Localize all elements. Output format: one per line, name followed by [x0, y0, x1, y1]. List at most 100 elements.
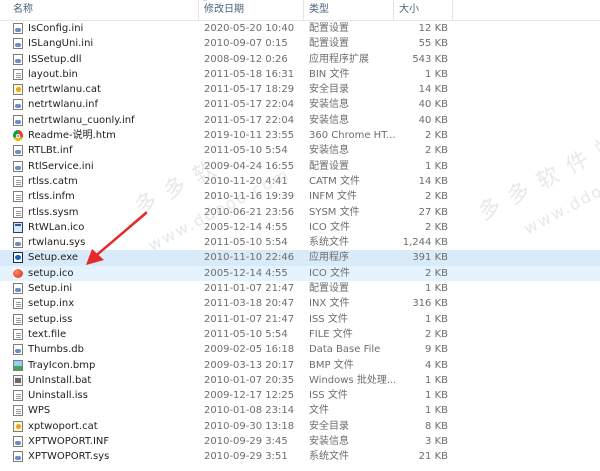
file-size: 27 KB — [418, 206, 448, 218]
file-date: 2011-05-10 5:54 — [204, 328, 288, 340]
column-header-date[interactable]: 修改日期 — [204, 0, 244, 20]
gear-file-icon — [13, 23, 23, 34]
file-size: 1 KB — [425, 374, 448, 386]
file-row[interactable]: Setup.ini 2011-01-07 21:47 配置设置 1 KB — [0, 281, 600, 296]
file-row[interactable]: Thumbs.db 2009-02-05 16:18 Data Base File 9… — [0, 342, 600, 357]
file-type: SYSM 文件 — [309, 206, 360, 218]
file-row[interactable]: netrtwlanu_cuonly.inf 2011-05-17 22:04 安装信… — [0, 113, 600, 128]
file-row[interactable]: TrayIcon.bmp 2009-03-13 20:17 BMP 文件 4 KB — [0, 358, 600, 373]
file-size: 8 KB — [425, 420, 448, 432]
file-type: 应用程序 — [309, 252, 349, 264]
file-name: ISLangUni.ini — [28, 38, 94, 50]
file-row[interactable]: RtlService.ini 2009-04-24 16:55 配置设置 1 KB — [0, 159, 600, 174]
file-size: 543 KB — [412, 53, 448, 65]
file-date: 2011-05-10 5:54 — [204, 145, 288, 157]
file-type: ISS 文件 — [309, 390, 348, 402]
file-date: 2010-09-30 13:18 — [204, 420, 295, 432]
cert-file-icon — [13, 84, 23, 96]
file-type: INX 文件 — [309, 298, 350, 310]
file-row[interactable]: netrtwlanu.inf 2011-05-17 22:04 安装信息 40 KB — [0, 97, 600, 112]
doc-file-icon — [13, 68, 23, 80]
file-date: 2010-01-08 23:14 — [204, 405, 295, 417]
file-name: xptwoport.cat — [28, 420, 98, 432]
bmp-file-icon — [13, 359, 23, 371]
file-row[interactable]: XPTWOPORT.sys 2010-09-29 3:51 系统文件 21 KB — [0, 449, 600, 464]
file-name: text.file — [28, 328, 67, 340]
file-size: 391 KB — [412, 252, 448, 264]
gear-file-icon — [13, 283, 23, 295]
gear-file-icon — [13, 237, 23, 249]
file-row[interactable]: ISSetup.dll 2008-09-12 0:26 应用程序扩展 543 KB — [0, 52, 600, 67]
file-row[interactable]: Readme-说明.htm 2019-10-11 23:55 360 Chrome … — [0, 128, 600, 143]
file-name: Thumbs.db — [28, 344, 84, 356]
file-name: Uninstall.iss — [28, 390, 88, 402]
file-size: 2 KB — [425, 191, 448, 203]
file-row[interactable]: Uninstall.iss 2009-12-17 12:25 ISS 文件 1 KB — [0, 388, 600, 403]
column-divider[interactable] — [452, 0, 453, 20]
file-size: 2 KB — [425, 221, 448, 233]
file-row[interactable]: setup.inx 2011-03-18 20:47 INX 文件 316 KB — [0, 296, 600, 311]
file-row[interactable]: RTLBt.inf 2011-05-10 5:54 安装信息 2 KB — [0, 143, 600, 158]
file-size: 1 KB — [425, 68, 448, 80]
file-size: 40 KB — [418, 99, 448, 111]
file-row[interactable]: setup.iss 2011-01-07 21:47 ISS 文件 1 KB — [0, 312, 600, 327]
file-type: BMP 文件 — [309, 359, 354, 371]
file-date: 2005-12-14 4:55 — [204, 221, 288, 233]
file-type: 配置设置 — [309, 23, 349, 34]
file-row[interactable]: text.file 2011-05-10 5:54 FILE 文件 2 KB — [0, 327, 600, 342]
file-name: setup.inx — [28, 298, 75, 310]
file-size: 2 KB — [425, 328, 448, 340]
column-header-type[interactable]: 类型 — [309, 0, 329, 20]
file-size: 4 KB — [425, 359, 448, 371]
file-type: 安装信息 — [309, 114, 349, 126]
gear-file-icon — [13, 451, 23, 463]
column-header-name[interactable]: 名称 — [13, 0, 33, 20]
file-date: 2019-10-11 23:55 — [204, 130, 295, 142]
file-row[interactable]: IsConfig.ini 2020-05-20 10:40 配置设置 12 KB — [0, 21, 600, 36]
file-type: 系统文件 — [309, 237, 349, 249]
file-type: ICO 文件 — [309, 267, 350, 279]
file-row[interactable]: xptwoport.cat 2010-09-30 13:18 安全目录 8 KB — [0, 419, 600, 434]
file-row[interactable]: netrtwlanu.cat 2011-05-17 18:29 安全目录 14 KB — [0, 82, 600, 97]
file-date: 2020-05-20 10:40 — [204, 23, 295, 34]
file-name: netrtwlanu.cat — [28, 84, 101, 96]
file-row[interactable]: UnInstall.bat 2010-01-07 20:35 Windows 批处理… — [0, 373, 600, 388]
file-size: 2 KB — [425, 145, 448, 157]
file-date: 2009-03-13 20:17 — [204, 359, 295, 371]
file-date: 2011-01-07 21:47 — [204, 313, 295, 325]
column-divider[interactable] — [393, 0, 394, 20]
file-size: 12 KB — [418, 23, 448, 34]
file-type: ISS 文件 — [309, 313, 348, 325]
column-divider[interactable] — [303, 0, 304, 20]
file-size: 9 KB — [425, 344, 448, 356]
file-size: 14 KB — [418, 175, 448, 187]
file-row[interactable]: layout.bin 2011-05-18 16:31 BIN 文件 1 KB — [0, 67, 600, 82]
file-date: 2011-05-18 16:31 — [204, 68, 295, 80]
file-date: 2011-05-10 5:54 — [204, 237, 288, 249]
gear-file-icon — [13, 99, 23, 111]
column-header-bar: 名称 ⌃ 修改日期 类型 大小 — [0, 0, 600, 21]
doc-file-icon — [13, 328, 23, 340]
file-type: 配置设置 — [309, 38, 349, 50]
file-size: 2 KB — [425, 267, 448, 279]
file-date: 2009-04-24 16:55 — [204, 160, 295, 172]
column-divider[interactable] — [198, 0, 199, 20]
bat-file-icon — [13, 374, 23, 386]
gear-file-icon — [13, 53, 23, 65]
file-type: 配置设置 — [309, 160, 349, 172]
gear-file-icon — [13, 114, 23, 126]
file-size: 1 KB — [425, 390, 448, 402]
file-name: Setup.ini — [28, 283, 73, 295]
file-name: IsConfig.ini — [28, 23, 84, 34]
gear-file-icon — [13, 145, 23, 157]
column-header-size[interactable]: 大小 — [399, 0, 419, 20]
file-row[interactable]: ISLangUni.ini 2010-09-07 0:15 配置设置 55 KB — [0, 36, 600, 51]
file-row[interactable]: XPTWOPORT.INF 2010-09-29 3:45 安装信息 3 KB — [0, 434, 600, 449]
file-row[interactable]: WPS 2010-01-08 23:14 文件 1 KB — [0, 403, 600, 418]
file-size: 1 KB — [425, 313, 448, 325]
file-date: 2009-02-05 16:18 — [204, 344, 295, 356]
gear-file-icon — [13, 436, 23, 448]
file-name: WPS — [28, 405, 51, 417]
file-date: 2011-05-17 22:04 — [204, 99, 295, 111]
file-size: 1 KB — [425, 283, 448, 295]
